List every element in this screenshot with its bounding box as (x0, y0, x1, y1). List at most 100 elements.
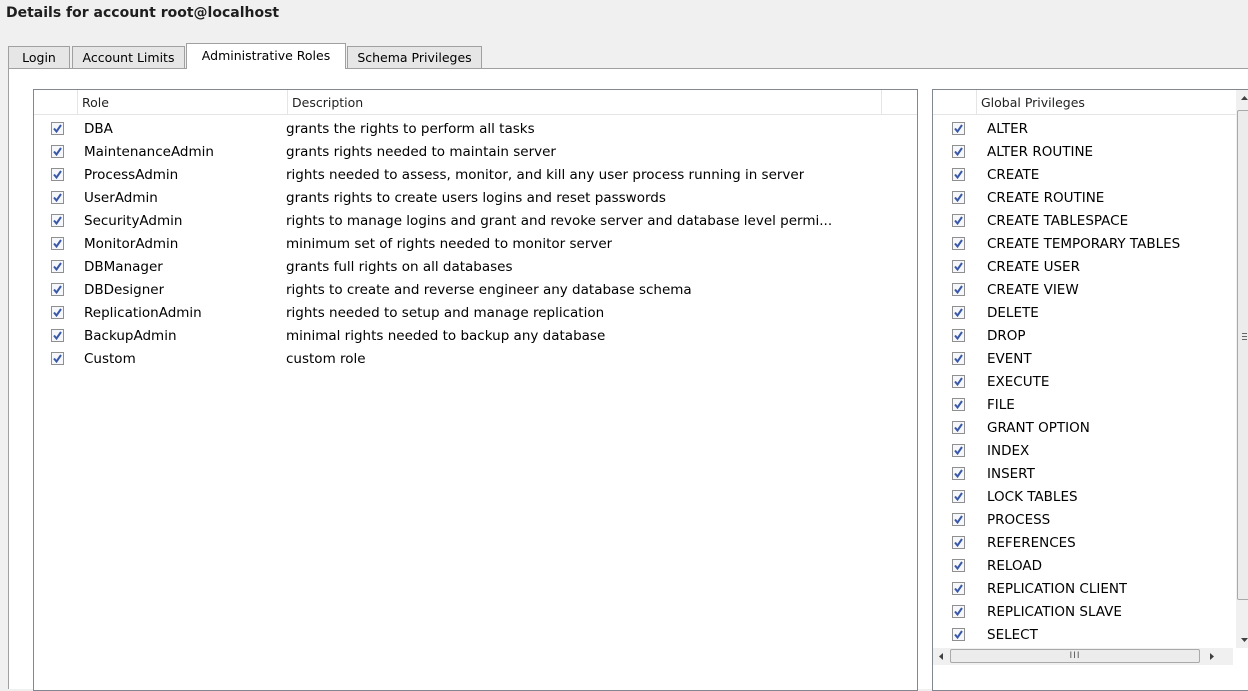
checkbox-column-header[interactable] (34, 90, 78, 114)
privilege-row[interactable]: REPLICATION CLIENT (933, 578, 1233, 601)
role-row[interactable]: UserAdmin grants rights to create users l… (34, 187, 914, 210)
privilege-row[interactable]: GRANT OPTION (933, 417, 1233, 440)
checkbox[interactable] (952, 467, 965, 480)
privilege-row[interactable]: CREATE (933, 164, 1233, 187)
checkmark-icon (954, 584, 963, 593)
checkbox[interactable] (952, 283, 965, 296)
role-row[interactable]: ProcessAdmin rights needed to assess, mon… (34, 164, 914, 187)
checkbox[interactable] (952, 398, 965, 411)
scroll-up-button[interactable] (1236, 90, 1248, 107)
global-privileges-column-header[interactable]: Global Privileges (977, 90, 1237, 114)
role-row[interactable]: BackupAdmin minimal rights needed to back… (34, 325, 914, 348)
checkbox[interactable] (952, 490, 965, 503)
checkbox[interactable] (952, 168, 965, 181)
checkbox[interactable] (952, 605, 965, 618)
privilege-label: CREATE VIEW (987, 282, 1079, 298)
role-row[interactable]: Custom custom role (34, 348, 914, 371)
checkbox[interactable] (952, 329, 965, 342)
checkbox[interactable] (952, 214, 965, 227)
checkbox[interactable] (952, 421, 965, 434)
privilege-row[interactable]: LOCK TABLES (933, 486, 1233, 509)
privilege-label: SELECT (987, 627, 1038, 643)
scroll-right-button[interactable] (1203, 648, 1220, 665)
checkbox[interactable] (51, 237, 64, 250)
privilege-row[interactable]: CREATE VIEW (933, 279, 1233, 302)
privilege-row[interactable]: INSERT (933, 463, 1233, 486)
horizontal-scrollbar[interactable]: III (933, 648, 1233, 665)
privilege-row[interactable]: DROP (933, 325, 1233, 348)
scroll-left-button[interactable] (933, 648, 950, 665)
role-row[interactable]: DBA grants the rights to perform all task… (34, 118, 914, 141)
checkbox[interactable] (952, 628, 965, 641)
checkbox[interactable] (51, 306, 64, 319)
horizontal-scroll-thumb[interactable]: III (950, 649, 1200, 663)
roles-table-header: Role Description (34, 90, 917, 115)
checkbox[interactable] (952, 145, 965, 158)
checkbox[interactable] (51, 122, 64, 135)
checkmark-icon (53, 170, 62, 179)
role-row[interactable]: DBManager grants full rights on all datab… (34, 256, 914, 279)
checkbox[interactable] (51, 283, 64, 296)
checkbox[interactable] (51, 260, 64, 273)
checkbox[interactable] (51, 145, 64, 158)
checkbox[interactable] (51, 191, 64, 204)
checkbox[interactable] (952, 306, 965, 319)
tab-schema-privileges[interactable]: Schema Privileges (347, 46, 482, 68)
checkbox[interactable] (952, 582, 965, 595)
checkbox[interactable] (952, 352, 965, 365)
checkmark-icon (53, 147, 62, 156)
checkmark-icon (53, 193, 62, 202)
arrow-up-icon (1241, 96, 1248, 100)
checkbox[interactable] (952, 513, 965, 526)
privilege-checkbox-column-header[interactable] (933, 90, 977, 114)
checkbox[interactable] (51, 214, 64, 227)
privilege-row[interactable]: RELOAD (933, 555, 1233, 578)
checkbox[interactable] (952, 375, 965, 388)
privilege-row[interactable]: DELETE (933, 302, 1233, 325)
checkbox[interactable] (51, 329, 64, 342)
role-row[interactable]: ReplicationAdmin rights needed to setup a… (34, 302, 914, 325)
privilege-row[interactable]: EXECUTE (933, 371, 1233, 394)
privilege-label: INSERT (987, 466, 1035, 482)
role-row[interactable]: DBDesigner rights to create and reverse e… (34, 279, 914, 302)
grip-line-icon (1242, 339, 1247, 340)
privilege-label: FILE (987, 397, 1015, 413)
checkmark-icon (954, 216, 963, 225)
description-column-header[interactable]: Description (288, 90, 882, 114)
privilege-row[interactable]: FILE (933, 394, 1233, 417)
privilege-row[interactable]: CREATE TABLESPACE (933, 210, 1233, 233)
tab-administrative-roles[interactable]: Administrative Roles (186, 43, 346, 69)
vertical-scroll-thumb[interactable] (1237, 110, 1248, 600)
tab-login[interactable]: Login (8, 46, 70, 68)
role-row[interactable]: MonitorAdmin minimum set of rights needed… (34, 233, 914, 256)
privilege-row[interactable]: SELECT (933, 624, 1233, 647)
checkbox[interactable] (51, 352, 64, 365)
role-row[interactable]: MaintenanceAdmin grants rights needed to … (34, 141, 914, 164)
privilege-row[interactable]: REPLICATION SLAVE (933, 601, 1233, 624)
checkbox[interactable] (952, 122, 965, 135)
tab-account-limits[interactable]: Account Limits (72, 46, 185, 68)
privilege-row[interactable]: CREATE USER (933, 256, 1233, 279)
checkbox[interactable] (51, 168, 64, 181)
checkbox[interactable] (952, 536, 965, 549)
checkbox[interactable] (952, 237, 965, 250)
checkbox[interactable] (952, 191, 965, 204)
checkbox[interactable] (952, 260, 965, 273)
checkbox[interactable] (952, 444, 965, 457)
privilege-row[interactable]: CREATE TEMPORARY TABLES (933, 233, 1233, 256)
privilege-row[interactable]: EVENT (933, 348, 1233, 371)
vertical-scrollbar[interactable] (1236, 90, 1248, 648)
role-description: grants rights to create users logins and… (286, 190, 666, 206)
privilege-row[interactable]: PROCESS (933, 509, 1233, 532)
privilege-row[interactable]: REFERENCES (933, 532, 1233, 555)
checkbox[interactable] (952, 559, 965, 572)
privilege-row[interactable]: CREATE ROUTINE (933, 187, 1233, 210)
privilege-label: CREATE (987, 167, 1040, 183)
role-column-header[interactable]: Role (78, 90, 288, 114)
role-row[interactable]: SecurityAdmin rights to manage logins and… (34, 210, 914, 233)
checkmark-icon (53, 331, 62, 340)
scroll-down-button[interactable] (1236, 631, 1248, 648)
privilege-row[interactable]: INDEX (933, 440, 1233, 463)
privilege-row[interactable]: ALTER ROUTINE (933, 141, 1233, 164)
privilege-row[interactable]: ALTER (933, 118, 1233, 141)
